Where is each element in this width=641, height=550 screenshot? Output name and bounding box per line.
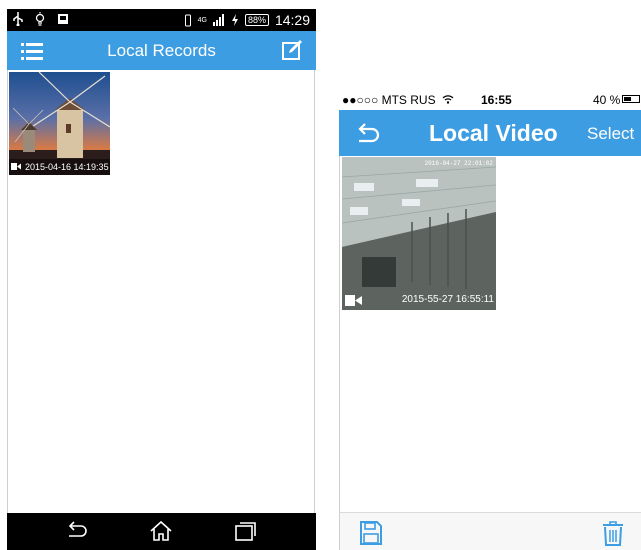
android-nav-bar [7,513,316,550]
video-camera-icon [345,295,362,306]
signal-icon [212,14,224,26]
back-icon[interactable] [65,520,89,542]
video-overlay-timestamp: 2016-04-27 22:01:02 [424,160,493,167]
recent-apps-icon[interactable] [233,520,257,542]
video-timestamp: 2015-55-27 16:55:11 [401,294,494,305]
charging-icon [231,14,238,26]
ios-clock: 16:55 [481,93,512,107]
android-clock: 14:29 [274,12,310,28]
page-title: Local Video [429,120,558,146]
battery-icon [622,95,640,103]
vibrate-icon [184,14,191,26]
network-type: 4G [197,16,207,24]
wifi-icon [442,95,454,104]
video-camera-icon [11,163,21,170]
office-photo [342,157,496,310]
ios-screen: ●●○○○ MTS RUS 16:55 40 % Local Video Sel… [339,89,641,550]
select-button[interactable]: Select [587,124,634,144]
record-thumbnail[interactable]: 2015-04-16 14:19:35 [9,72,110,175]
video-caption: 2015-55-27 16:55:11 [342,290,496,310]
ios-toolbar [339,512,641,550]
ios-status-bar: ●●○○○ MTS RUS 16:55 40 % [339,89,641,110]
android-screen: 4G 88% 14:29 Local Records 2015-04-16 14… [7,9,316,550]
bulb-icon [35,12,45,26]
page-title: Local Records [107,41,216,60]
battery-percent: 40 % [593,93,621,107]
trash-icon[interactable] [602,520,624,546]
sd-card-icon [58,14,68,24]
usb-icon [13,12,23,26]
battery-level: 88% [244,14,269,26]
save-icon[interactable] [360,521,382,545]
android-status-bar: 4G 88% 14:29 [7,9,316,31]
ios-header: Local Video Select [339,110,641,156]
edit-icon[interactable] [281,39,303,61]
back-arrow-icon[interactable] [353,121,381,145]
video-thumbnail[interactable]: 2016-04-27 22:01:02 2015-55-27 16:55:11 [342,157,496,310]
home-icon[interactable] [149,520,173,542]
record-caption: 2015-04-16 14:19:35 [9,159,110,175]
records-list: 2015-04-16 14:19:35 [7,70,315,513]
android-header: Local Records [7,31,316,70]
carrier-name: ●●○○○ MTS RUS [342,93,454,107]
videos-list: 2016-04-27 22:01:02 2015-55-27 16:55:11 [339,156,641,512]
record-timestamp: 2015-04-16 14:19:35 [25,162,109,172]
